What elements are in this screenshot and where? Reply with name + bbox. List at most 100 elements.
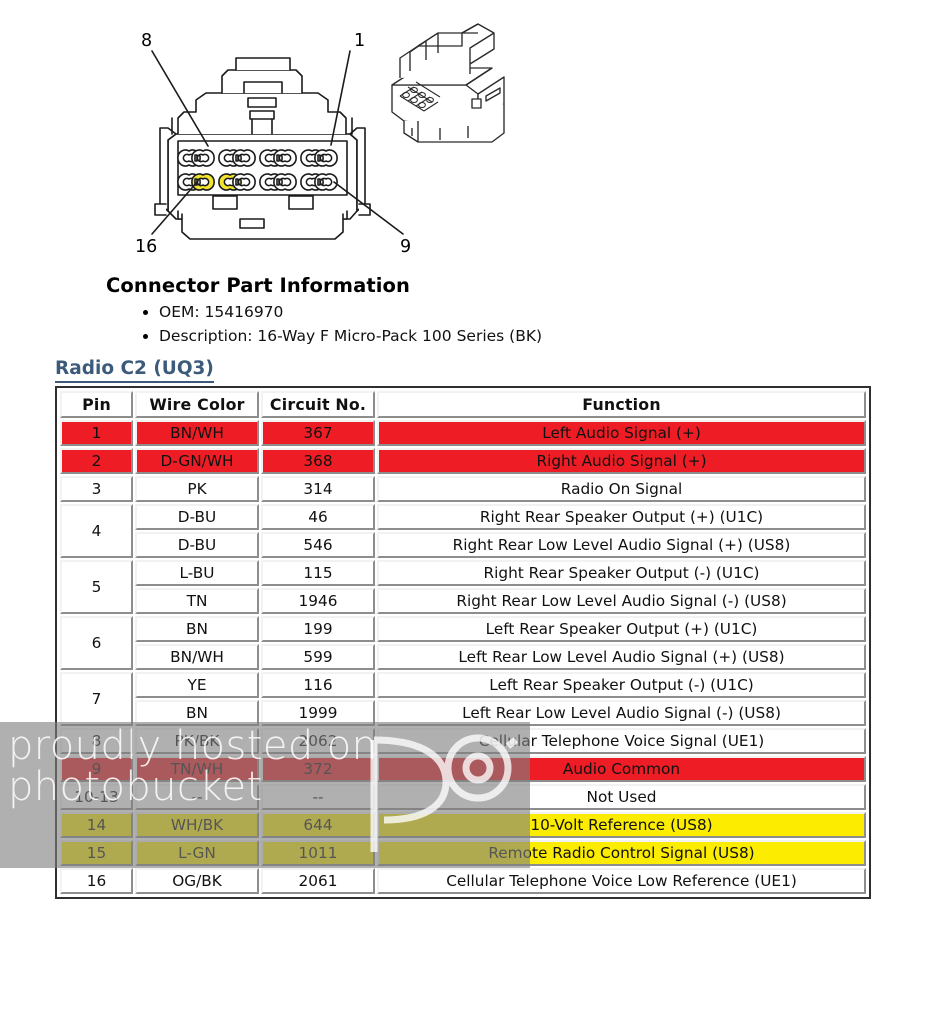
table-body: 1 BN/WH 367 Left Audio Signal (+) 2 D-GN/WH 36… (60, 420, 866, 894)
table-row: BN/WH 599 Left Rear Low Level Audio Signal… (60, 644, 866, 670)
bullet-icon (143, 333, 148, 339)
cell-function: Left Rear Low Level Audio Signal (-) (US… (377, 700, 866, 726)
cell-pin: 16 (60, 868, 133, 894)
cell-function: Cellular Telephone Voice Low Reference (… (377, 868, 866, 894)
table-row: 8 PK/BK 2062 Cellular Telephone Voice Signa… (60, 728, 866, 754)
cell-pin: 14 (60, 812, 133, 838)
callout-label-8: 8 (141, 31, 152, 51)
cell-wire-color: L-BU (135, 560, 259, 586)
pinout-table-container: Pin Wire Color Circuit No. Function 1 BN/… (55, 386, 871, 899)
cell-wire-color: BN/WH (135, 644, 259, 670)
cell-circuit-no: 367 (261, 420, 375, 446)
cell-circuit-no: 2062 (261, 728, 375, 754)
column-header-pin: Pin (60, 391, 133, 418)
cell-pin: 1 (60, 420, 133, 446)
table-row: 14 WH/BK 644 10-Volt Reference (US8) (60, 812, 866, 838)
cell-function: Left Rear Low Level Audio Signal (+) (US… (377, 644, 866, 670)
table-row: BN 1999 Left Rear Low Level Audio Signal (… (60, 700, 866, 726)
connector-diagram: 8 1 16 9 (0, 0, 938, 268)
cell-circuit-no: 1946 (261, 588, 375, 614)
table-row: TN 1946 Right Rear Low Level Audio Signal … (60, 588, 866, 614)
table-row: D-BU 546 Right Rear Low Level Audio Signal… (60, 532, 866, 558)
table-header-row: Pin Wire Color Circuit No. Function (60, 391, 866, 418)
table-row: 10-13 -- -- Not Used (60, 784, 866, 810)
cell-function: Left Rear Speaker Output (+) (U1C) (377, 616, 866, 642)
cell-function: Radio On Signal (377, 476, 866, 502)
cell-pin: 6 (60, 616, 133, 670)
pinout-table: Pin Wire Color Circuit No. Function 1 BN/… (58, 389, 868, 896)
table-row: 3 PK 314 Radio On Signal (60, 476, 866, 502)
cell-circuit-no: 199 (261, 616, 375, 642)
cell-pin: 8 (60, 728, 133, 754)
callout-label-16: 16 (135, 237, 157, 257)
connector-isometric-view (391, 23, 505, 143)
cell-circuit-no: 368 (261, 448, 375, 474)
table-row: 1 BN/WH 367 Left Audio Signal (+) (60, 420, 866, 446)
cell-function: Right Rear Speaker Output (+) (U1C) (377, 504, 866, 530)
part-info-title: Connector Part Information (106, 274, 411, 297)
connector-part-information: Connector Part Information OEM: 15416970… (0, 274, 938, 348)
connector-diagram-svg: 8 1 16 9 (135, 23, 505, 257)
cell-pin: 3 (60, 476, 133, 502)
table-row: 6 BN 199 Left Rear Speaker Output (+) (U1C) (60, 616, 866, 670)
cell-function: Right Audio Signal (+) (377, 448, 866, 474)
cell-function: Audio Common (377, 756, 866, 782)
cell-wire-color: -- (135, 784, 259, 810)
cell-wire-color: BN/WH (135, 420, 259, 446)
cell-wire-color: BN (135, 700, 259, 726)
part-info-item-oem: OEM: 15416970 (0, 301, 938, 325)
cell-wire-color: PK (135, 476, 259, 502)
part-info-item-text: Description: 16-Way F Micro-Pack 100 Ser… (159, 326, 543, 345)
cell-pin: 7 (60, 672, 133, 726)
cell-circuit-no: 115 (261, 560, 375, 586)
callout-label-1: 1 (354, 31, 365, 51)
cell-pin: 15 (60, 840, 133, 866)
column-header-function: Function (377, 391, 866, 418)
cell-wire-color: WH/BK (135, 812, 259, 838)
bullet-icon (143, 309, 148, 315)
cell-circuit-no: 314 (261, 476, 375, 502)
cell-wire-color: L-GN (135, 840, 259, 866)
table-row: 9 TN/WH 372 Audio Common (60, 756, 866, 782)
cell-wire-color: TN (135, 588, 259, 614)
cell-wire-color: OG/BK (135, 868, 259, 894)
cell-wire-color: YE (135, 672, 259, 698)
cell-function: Cellular Telephone Voice Signal (UE1) (377, 728, 866, 754)
callout-label-9: 9 (400, 237, 411, 257)
cell-circuit-no: 599 (261, 644, 375, 670)
cell-wire-color: D-BU (135, 504, 259, 530)
table-head: Pin Wire Color Circuit No. Function (60, 391, 866, 418)
cell-wire-color: PK/BK (135, 728, 259, 754)
cell-circuit-no: 372 (261, 756, 375, 782)
cell-function: 10-Volt Reference (US8) (377, 812, 866, 838)
table-row: 2 D-GN/WH 368 Right Audio Signal (+) (60, 448, 866, 474)
cell-function: Left Rear Speaker Output (-) (U1C) (377, 672, 866, 698)
cell-circuit-no: 1011 (261, 840, 375, 866)
table-row: 7 YE 116 Left Rear Speaker Output (-) (U1C) (60, 672, 866, 726)
column-header-circuit-no: Circuit No. (261, 391, 375, 418)
cell-wire-color: D-BU (135, 532, 259, 558)
part-info-item-description: Description: 16-Way F Micro-Pack 100 Ser… (0, 325, 938, 349)
cell-pin: 9 (60, 756, 133, 782)
cell-circuit-no: 46 (261, 504, 375, 530)
part-info-list: OEM: 15416970 Description: 16-Way F Micr… (0, 301, 938, 348)
cell-wire-color: BN (135, 616, 259, 642)
cell-circuit-no: 1999 (261, 700, 375, 726)
table-row: 16 OG/BK 2061 Cellular Telephone Voice Low … (60, 868, 866, 894)
part-info-item-text: OEM: 15416970 (159, 303, 284, 321)
column-header-wire-color: Wire Color (135, 391, 259, 418)
cell-wire-color: TN/WH (135, 756, 259, 782)
cell-circuit-no: 2061 (261, 868, 375, 894)
cell-pin: 4 (60, 504, 133, 558)
table-row: 15 L-GN 1011 Remote Radio Control Signal (U… (60, 840, 866, 866)
cell-function: Left Audio Signal (+) (377, 420, 866, 446)
cell-pin: 5 (60, 560, 133, 614)
section-heading: Radio C2 (UQ3) (55, 358, 214, 383)
cell-wire-color: D-GN/WH (135, 448, 259, 474)
cell-function: Right Rear Low Level Audio Signal (+) (U… (377, 532, 866, 558)
cell-circuit-no: -- (261, 784, 375, 810)
cell-circuit-no: 644 (261, 812, 375, 838)
cell-function: Remote Radio Control Signal (US8) (377, 840, 866, 866)
cell-function: Right Rear Speaker Output (-) (U1C) (377, 560, 866, 586)
cell-pin: 2 (60, 448, 133, 474)
